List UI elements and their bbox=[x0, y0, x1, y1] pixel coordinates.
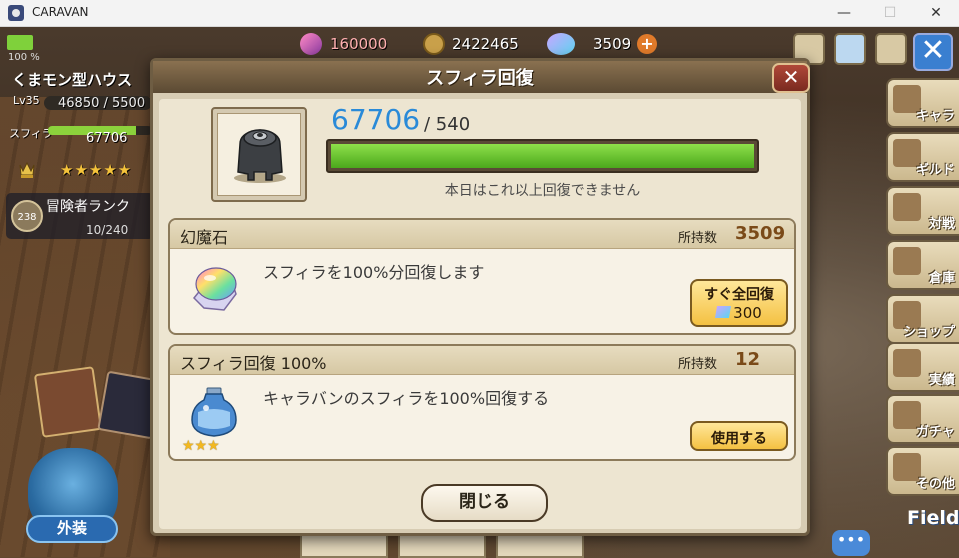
chat-icon[interactable]: ••• bbox=[832, 530, 870, 556]
owned-count: 3509 bbox=[735, 223, 786, 244]
app-icon bbox=[8, 5, 24, 21]
owned-count: 12 bbox=[735, 349, 761, 370]
button-label: 使用する bbox=[711, 431, 767, 447]
adventurer-rank[interactable]: 238 冒険者ランク 10/240 bbox=[6, 193, 154, 239]
book-icon[interactable] bbox=[33, 366, 103, 438]
sphira-max: / 540 bbox=[424, 114, 471, 135]
window-close-button[interactable]: ✕ bbox=[913, 0, 959, 26]
dialog-title: スフィラ回復 bbox=[426, 68, 534, 89]
genmaseki-gem-icon bbox=[192, 267, 237, 311]
rank-progress: 10/240 bbox=[86, 223, 129, 237]
side-other-button[interactable]: その他 bbox=[886, 446, 959, 496]
button-label: すぐ全回復 bbox=[704, 287, 774, 303]
minimize-button[interactable]: — bbox=[821, 0, 867, 26]
coin-icon bbox=[423, 33, 445, 55]
card-description: キャラバンのスフィラを100%回復する bbox=[263, 389, 550, 408]
side-guild-button[interactable]: ギルド bbox=[886, 132, 959, 182]
window-title: CARAVAN bbox=[32, 5, 89, 19]
use-item-button[interactable]: 使用する bbox=[690, 421, 788, 451]
exp-value: 46850 / 5500 bbox=[58, 96, 146, 111]
side-achievement-button[interactable]: 実績 bbox=[886, 342, 959, 392]
dialog-header: スフィラ回復 bbox=[153, 61, 807, 93]
gem-icon bbox=[547, 33, 575, 55]
sphira-engine-icon bbox=[234, 129, 286, 183]
side-battle-label: 対戦 bbox=[928, 217, 955, 232]
side-gacha-button[interactable]: ガチャ bbox=[886, 394, 959, 444]
dialog-body: 67706 / 540 本日はこれ以上回復できません 幻魔石 所持数 3509 bbox=[159, 99, 801, 529]
window-titlebar: CARAVAN — ☐ ✕ bbox=[0, 0, 959, 27]
sphira-recovery-dialog: スフィラ回復 ✕ 67706 / 540 本日はこれ以上回復できません 幻魔石 bbox=[150, 58, 810, 536]
owned-label: 所持数 bbox=[678, 231, 718, 246]
side-battle-button[interactable]: 対戦 bbox=[886, 186, 959, 236]
card-description: スフィラを100%分回復します bbox=[263, 263, 485, 282]
house-name: くまモン型ハウス bbox=[12, 71, 133, 89]
rarity-stars: ★★★ bbox=[182, 438, 220, 454]
menu-close-icon[interactable]: ✕ bbox=[913, 33, 953, 71]
genmaseki-card: 幻魔石 所持数 3509 スフィラを100%分回復します すぐ全回復 300 bbox=[168, 218, 796, 335]
side-chara-label: キャラ bbox=[915, 109, 955, 124]
button-cost: 300 bbox=[692, 304, 786, 322]
quill-icon[interactable] bbox=[875, 33, 907, 65]
owned-label: 所持数 bbox=[678, 357, 718, 372]
rating-stars: ★★★★★ bbox=[60, 161, 133, 179]
side-other-label: その他 bbox=[915, 477, 955, 492]
battery-percent: 100 % bbox=[8, 52, 40, 63]
player-status-panel: 100 % くまモン型ハウス Lv35 46850 / 5500 スフィラ 67… bbox=[0, 27, 155, 242]
dialog-close-icon[interactable]: ✕ bbox=[772, 63, 810, 93]
side-battle-icon bbox=[893, 193, 921, 221]
level-label: Lv35 bbox=[13, 94, 40, 107]
coin-count: 2422465 bbox=[452, 35, 519, 53]
sphira-potion-card: スフィラ回復 100% 所持数 12 ★★★ キャラバンのスフィラを100%回復… bbox=[168, 344, 796, 461]
sphira-label: スフィラ bbox=[9, 127, 53, 140]
side-warehouse-button[interactable]: 倉庫 bbox=[886, 240, 959, 290]
present-icon[interactable] bbox=[834, 33, 866, 65]
side-gacha-label: ガチャ bbox=[916, 425, 955, 440]
card-title: 幻魔石 bbox=[180, 228, 229, 247]
side-achievement-label: 実績 bbox=[928, 373, 955, 388]
sphira-item-frame bbox=[211, 107, 307, 202]
gem-count: 3509 bbox=[593, 35, 632, 53]
sphira-gauge-fill bbox=[331, 144, 754, 168]
add-gem-button[interactable]: + bbox=[637, 34, 657, 54]
side-warehouse-icon bbox=[893, 247, 921, 275]
card-title: スフィラ回復 100% bbox=[180, 354, 327, 373]
rank-title: 冒険者ランク bbox=[46, 199, 130, 215]
close-button[interactable]: 閉じる bbox=[421, 484, 548, 522]
side-chara-button[interactable]: キャラ bbox=[886, 78, 959, 128]
side-shop-button[interactable]: ショップ bbox=[886, 294, 959, 344]
gem-icon bbox=[715, 306, 732, 318]
sphira-gauge bbox=[326, 139, 759, 173]
crystal-count: 160000 bbox=[330, 35, 388, 53]
instant-full-recover-button[interactable]: すぐ全回復 300 bbox=[690, 279, 788, 327]
side-guild-label: ギルド bbox=[915, 163, 955, 178]
field-button[interactable]: Field bbox=[907, 507, 959, 529]
side-warehouse-label: 倉庫 bbox=[928, 271, 955, 286]
crystal-icon bbox=[300, 33, 322, 55]
rank-badge: 238 bbox=[11, 200, 43, 232]
recovery-notice: 本日はこれ以上回復できません bbox=[444, 183, 641, 199]
side-shop-label: ショップ bbox=[902, 325, 955, 340]
crown-icon bbox=[19, 161, 35, 178]
maximize-button[interactable]: ☐ bbox=[867, 0, 913, 26]
sphira-current: 67706 bbox=[331, 103, 421, 136]
sphira-value: 67706 bbox=[86, 131, 128, 146]
battery-icon bbox=[7, 35, 33, 50]
appearance-button[interactable]: 外装 bbox=[26, 515, 118, 543]
potion-jar-icon bbox=[191, 387, 237, 437]
side-achievement-icon bbox=[893, 349, 921, 377]
